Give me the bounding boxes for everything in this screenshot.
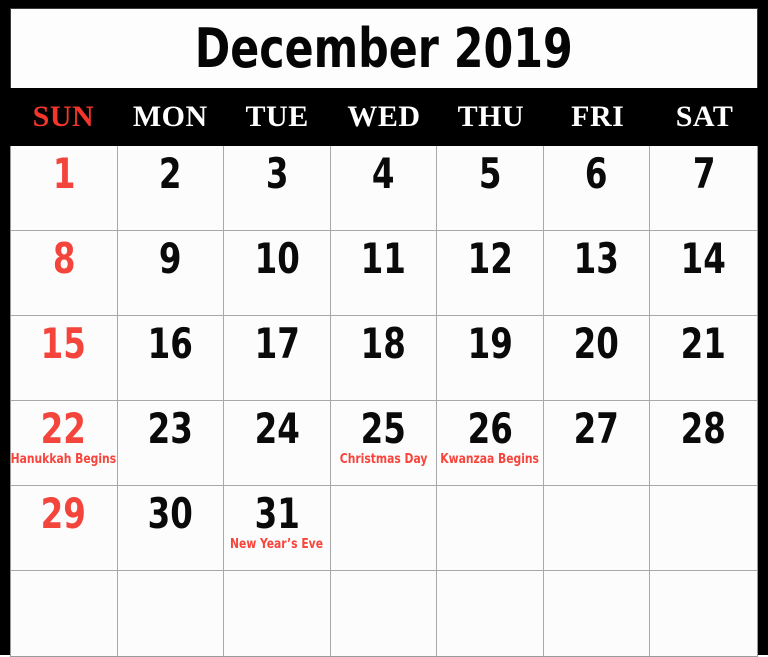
day-number: 26 xyxy=(467,404,513,453)
day-number: 7 xyxy=(692,149,716,198)
day-number: 18 xyxy=(360,319,407,368)
day-number: 20 xyxy=(574,319,620,368)
day-event-label: Christmas Day xyxy=(339,451,428,467)
day-cell[interactable]: 20 xyxy=(543,316,651,401)
weekday-header-wed: WED xyxy=(347,100,421,133)
weekday-header-thu: THU xyxy=(457,100,525,133)
day-cell[interactable]: 16 xyxy=(117,316,225,401)
day-number: 6 xyxy=(585,149,608,198)
day-number: 3 xyxy=(265,149,289,198)
day-cell[interactable]: 11 xyxy=(330,231,438,316)
day-cell-empty xyxy=(543,486,651,571)
day-number: 30 xyxy=(147,489,193,538)
day-cell[interactable]: 23 xyxy=(117,401,225,486)
day-event-label: Kwanzaa Begins xyxy=(440,451,540,467)
day-number: 28 xyxy=(681,404,727,453)
day-cell[interactable]: 9 xyxy=(117,231,225,316)
day-cell-empty xyxy=(437,571,544,656)
day-cell[interactable]: 1 xyxy=(11,146,118,231)
day-cell[interactable]: 28 xyxy=(650,401,757,486)
day-cell[interactable]: 4 xyxy=(330,146,438,231)
day-cell[interactable]: 22 Hanukkah Begins xyxy=(11,401,118,486)
day-number: 14 xyxy=(681,234,727,283)
day-number: 25 xyxy=(360,404,407,453)
day-number: 11 xyxy=(360,234,407,283)
weekday-header-fri: FRI xyxy=(571,100,625,133)
day-cell-empty xyxy=(437,486,544,571)
day-cell[interactable]: 10 xyxy=(224,231,331,316)
day-number: 16 xyxy=(147,319,193,368)
day-number: 17 xyxy=(254,319,300,368)
day-number: 29 xyxy=(41,489,87,538)
day-event-label: Hanukkah Begins xyxy=(11,451,117,467)
weekday-header-mon: MON xyxy=(132,100,208,133)
day-number: 8 xyxy=(52,234,76,283)
day-cell[interactable]: 25 Christmas Day xyxy=(330,401,438,486)
day-cell[interactable]: 5 xyxy=(437,146,544,231)
day-number: 10 xyxy=(254,234,300,283)
day-number: 9 xyxy=(159,234,182,283)
day-cell[interactable]: 7 xyxy=(650,146,757,231)
day-number: 21 xyxy=(681,319,727,368)
day-number: 1 xyxy=(52,149,76,198)
day-cell[interactable]: 14 xyxy=(650,231,757,316)
day-cell[interactable]: 27 xyxy=(543,401,651,486)
day-cell[interactable]: 15 xyxy=(11,316,118,401)
day-cell[interactable]: 17 xyxy=(224,316,331,401)
day-cell[interactable]: 26 Kwanzaa Begins xyxy=(437,401,544,486)
day-cell[interactable]: 18 xyxy=(330,316,438,401)
day-cell[interactable]: 2 xyxy=(117,146,225,231)
day-cell[interactable]: 12 xyxy=(437,231,544,316)
day-cell[interactable]: 30 xyxy=(117,486,225,571)
day-cell-empty xyxy=(650,571,757,656)
day-event-label: New Year’s Eve xyxy=(230,536,324,552)
day-cell-empty xyxy=(224,571,331,656)
day-number: 19 xyxy=(467,319,513,368)
day-cell[interactable]: 24 xyxy=(224,401,331,486)
calendar-frame: December 2019 SUN MON TUE WED THU FRI SAT 1234… xyxy=(0,0,768,657)
day-number: 27 xyxy=(574,404,620,453)
weekday-header-row: SUN MON TUE WED THU FRI SAT xyxy=(10,88,758,146)
day-cell-empty xyxy=(650,486,757,571)
day-number: 4 xyxy=(372,149,395,198)
day-number: 13 xyxy=(574,234,620,283)
weekday-header-tue: TUE xyxy=(245,100,309,133)
day-cell[interactable]: 31 New Year’s Eve xyxy=(224,486,331,571)
page-title: December 2019 xyxy=(195,16,573,80)
day-cell-empty xyxy=(11,571,118,656)
day-cell-empty xyxy=(330,486,438,571)
day-cell[interactable]: 8 xyxy=(11,231,118,316)
day-number: 23 xyxy=(147,404,193,453)
day-number: 24 xyxy=(254,404,300,453)
day-cell[interactable]: 6 xyxy=(543,146,651,231)
day-number: 5 xyxy=(478,149,502,198)
day-number: 15 xyxy=(41,319,87,368)
day-number: 22 xyxy=(41,404,87,453)
day-cell[interactable]: 13 xyxy=(543,231,651,316)
day-cell[interactable]: 29 xyxy=(11,486,118,571)
day-number: 2 xyxy=(159,149,182,198)
day-cell[interactable]: 19 xyxy=(437,316,544,401)
weekday-header-sun: SUN xyxy=(32,100,95,133)
day-cell[interactable]: 21 xyxy=(650,316,757,401)
day-cell-empty xyxy=(331,571,438,656)
day-number: 31 xyxy=(254,489,300,538)
day-grid: 1 2 3 4 5 6 7 8 9 10 11 12 13 14 15 16 17 18 19 20 21 22 Hanuk… xyxy=(10,146,758,657)
weekday-header-sat: SAT xyxy=(675,100,734,133)
day-cell-empty xyxy=(544,571,651,656)
day-cell-empty xyxy=(118,571,225,656)
day-number: 12 xyxy=(467,234,513,283)
day-cell[interactable]: 3 xyxy=(224,146,331,231)
calendar-title-band: December 2019 xyxy=(10,8,758,88)
